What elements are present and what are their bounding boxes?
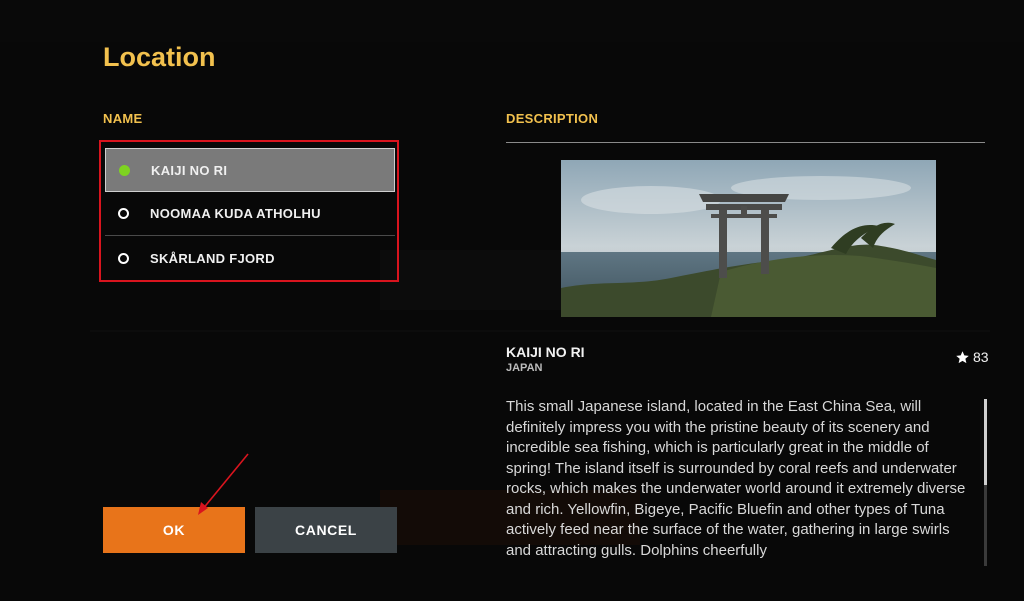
name-column-header: NAME bbox=[103, 111, 143, 126]
rating-value: 83 bbox=[973, 349, 989, 365]
scrollbar-thumb[interactable] bbox=[984, 399, 987, 485]
cancel-button[interactable]: CANCEL bbox=[255, 507, 397, 553]
star-icon bbox=[956, 350, 969, 363]
location-name: KAIJI NO RI bbox=[506, 344, 585, 360]
green-dot-icon bbox=[119, 164, 130, 176]
annotation-arrow-icon bbox=[198, 453, 249, 515]
description-scrollbar[interactable] bbox=[984, 399, 987, 566]
description-divider bbox=[506, 142, 985, 143]
location-dialog: Location NAME DESCRIPTION KAIJI NO RI NO… bbox=[0, 0, 1024, 601]
radio-dot-icon bbox=[118, 252, 129, 264]
location-rating: 83 bbox=[955, 349, 989, 365]
location-country: JAPAN bbox=[506, 362, 543, 374]
radio-dot-icon bbox=[118, 208, 129, 219]
location-item-label: NOOMAA KUDA ATHOLHU bbox=[150, 206, 321, 221]
description-column-header: DESCRIPTION bbox=[506, 111, 599, 126]
location-item-label: SKÅRLAND FJORD bbox=[150, 250, 275, 266]
location-item-noomaa-kuda-atholhu[interactable]: NOOMAA KUDA ATHOLHU bbox=[105, 192, 395, 236]
location-item-label: KAIJI NO RI bbox=[151, 162, 228, 178]
location-item-skarland-fjord[interactable]: SKÅRLAND FJORD bbox=[105, 236, 395, 280]
location-list: KAIJI NO RI NOOMAA KUDA ATHOLHU SKÅRLAND… bbox=[99, 140, 399, 282]
dialog-title: Location bbox=[103, 42, 216, 72]
location-preview-image bbox=[561, 160, 936, 317]
location-item-kaiji-no-ri[interactable]: KAIJI NO RI bbox=[105, 148, 395, 192]
location-description: This small Japanese island, located in t… bbox=[506, 398, 966, 559]
